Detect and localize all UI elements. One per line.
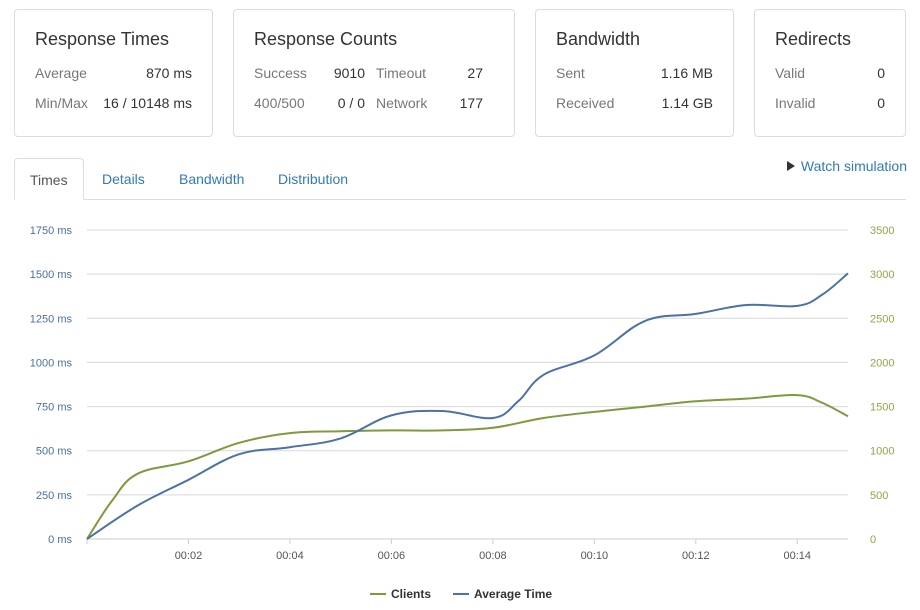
x-tick-label: 00:04 [276, 550, 304, 562]
y-left-tick-label: 1750 ms [30, 225, 73, 237]
y-left-tick-label: 250 ms [36, 490, 73, 502]
y-right-tick-label: 1000 [870, 446, 894, 458]
y-right-tick-label: 2000 [870, 357, 894, 369]
sent-value: 1.16 MB [660, 65, 713, 81]
response-times-card: Response Times Average 870 ms Min/Max 16… [14, 9, 213, 137]
valid-value: 0 [877, 65, 885, 81]
y-left-tick-label: 500 ms [36, 446, 73, 458]
y-left-tick-label: 1250 ms [30, 313, 73, 325]
minmax-label: Min/Max [35, 95, 88, 111]
minmax-value: 16 / 10148 ms [103, 95, 192, 111]
invalid-label: Invalid [775, 95, 816, 111]
x-tick-label: 00:14 [784, 550, 812, 562]
legend-clients-label[interactable]: Clients [391, 587, 431, 601]
x-tick-label: 00:02 [175, 550, 203, 562]
redirects-card: Redirects Valid 0 Invalid 0 [754, 9, 906, 137]
tab-bandwidth[interactable]: Bandwidth [179, 158, 244, 200]
x-tick-label: 00:12 [682, 550, 710, 562]
tabs-divider [14, 199, 906, 200]
times-chart: 0 ms 250 ms 500 ms 750 ms 1000 ms 1250 ms 1500… [30, 225, 895, 601]
bandwidth-card: Bandwidth Sent 1.16 MB Received 1.14 GB [535, 9, 734, 137]
left-axis: 0 ms 250 ms 500 ms 750 ms 1000 ms 1250 ms 1500… [30, 225, 73, 546]
y-left-tick-label: 0 ms [48, 534, 72, 546]
y-right-tick-label: 500 [870, 490, 888, 502]
received-label: Received [556, 95, 615, 111]
errors-label: 400/500 [254, 95, 305, 111]
legend-average-time-label[interactable]: Average Time [474, 587, 552, 601]
response-counts-card: Response Counts Success 9010 Timeout 27 … [233, 9, 515, 137]
tab-distribution[interactable]: Distribution [278, 158, 348, 200]
y-right-tick-label: 0 [870, 534, 876, 546]
x-tick-label: 00:06 [378, 550, 406, 562]
response-times-title: Response Times [35, 29, 170, 49]
chart-grid [87, 229, 848, 540]
received-value: 1.14 GB [661, 95, 713, 111]
play-icon [786, 161, 795, 171]
clients-series-line [86, 393, 849, 540]
success-label: Success [254, 65, 307, 81]
watch-simulation-label: Watch simulation [800, 158, 907, 174]
average-value: 870 ms [146, 65, 192, 81]
success-value: 9010 [333, 65, 365, 81]
right-axis: 0 500 1000 1500 2000 2500 3000 3500 [870, 225, 894, 546]
y-right-tick-label: 3500 [870, 225, 894, 237]
valid-label: Valid [775, 65, 806, 81]
timeout-value: 27 [467, 65, 483, 81]
average-label: Average [35, 65, 87, 81]
y-left-tick-label: 1500 ms [30, 269, 73, 281]
tab-details[interactable]: Details [102, 158, 145, 200]
watch-simulation-link[interactable]: Watch simulation [786, 158, 907, 174]
y-left-tick-label: 1000 ms [30, 357, 73, 369]
y-right-tick-label: 2500 [870, 313, 894, 325]
bandwidth-title: Bandwidth [556, 29, 641, 49]
errors-value: 0 / 0 [337, 95, 365, 111]
network-label: Network [376, 95, 428, 111]
y-right-tick-label: 3000 [870, 269, 894, 281]
network-value: 177 [459, 95, 483, 111]
sent-label: Sent [556, 65, 585, 81]
y-left-tick-label: 750 ms [36, 402, 73, 414]
y-right-tick-label: 1500 [870, 402, 894, 414]
x-tick-label: 00:08 [479, 550, 507, 562]
x-tick-label: 00:10 [581, 550, 609, 562]
chart-legend: Clients Average Time [370, 587, 552, 601]
invalid-value: 0 [877, 95, 885, 111]
redirects-title: Redirects [775, 29, 852, 49]
tab-times[interactable]: Times [14, 158, 84, 200]
response-counts-title: Response Counts [254, 29, 398, 49]
timeout-label: Timeout [376, 65, 427, 81]
x-axis: 00:02 00:04 00:06 00:08 00:10 00:12 00:14 [86, 539, 812, 562]
